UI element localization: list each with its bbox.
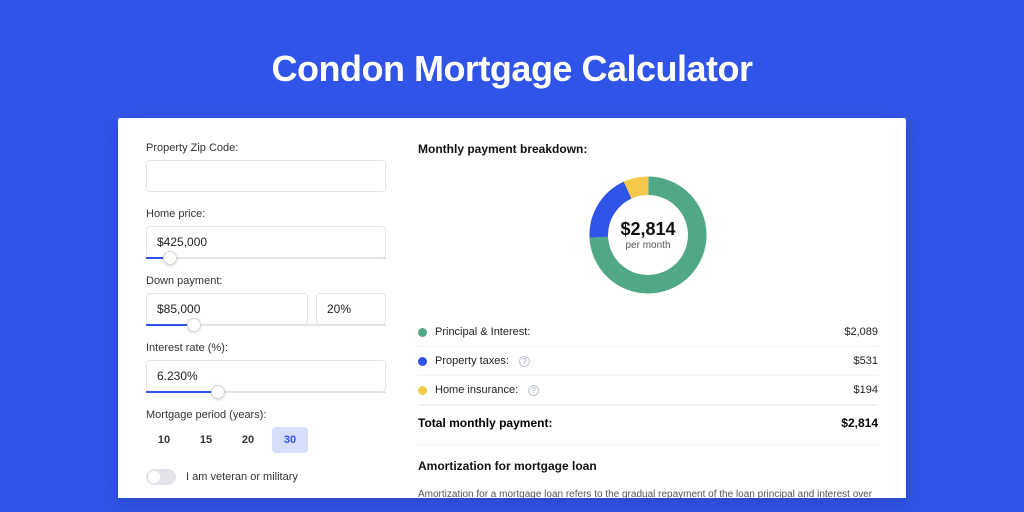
legend-principal: Principal & Interest: $2,089 [418, 318, 878, 347]
legend-value: $194 [854, 384, 878, 396]
down-payment-label: Down payment: [146, 275, 386, 287]
legend-label: Home insurance: [435, 384, 518, 396]
slider-thumb[interactable] [211, 385, 225, 399]
amortization-body: Amortization for a mortgage loan refers … [418, 487, 878, 498]
period-10[interactable]: 10 [146, 427, 182, 453]
rate-input[interactable] [146, 360, 386, 392]
breakdown-panel: Monthly payment breakdown: $2,814 per mo… [418, 142, 878, 498]
legend-insurance: Home insurance: ? $194 [418, 376, 878, 405]
period-group: Mortgage period (years): 10 15 20 30 [146, 409, 386, 453]
rate-group: Interest rate (%): [146, 342, 386, 393]
period-20[interactable]: 20 [230, 427, 266, 453]
period-buttons: 10 15 20 30 [146, 427, 386, 453]
rate-label: Interest rate (%): [146, 342, 386, 354]
payment-donut-chart: $2,814 per month [583, 170, 713, 300]
inputs-panel: Property Zip Code: Home price: Down paym… [146, 142, 386, 498]
legend-total: Total monthly payment: $2,814 [418, 405, 878, 444]
info-icon[interactable]: ? [519, 356, 530, 367]
calculator-card: Property Zip Code: Home price: Down paym… [118, 118, 906, 498]
period-15[interactable]: 15 [188, 427, 224, 453]
page-title: Condon Mortgage Calculator [0, 0, 1024, 118]
donut-amount: $2,814 [620, 219, 675, 240]
amortization-section: Amortization for mortgage loan Amortizat… [418, 444, 878, 498]
zip-label: Property Zip Code: [146, 142, 386, 154]
veteran-label: I am veteran or military [186, 471, 298, 483]
amortization-title: Amortization for mortgage loan [418, 459, 878, 473]
down-payment-input[interactable] [146, 293, 308, 325]
legend-value: $531 [854, 355, 878, 367]
donut-sub: per month [625, 240, 670, 251]
total-label: Total monthly payment: [418, 416, 552, 430]
slider-thumb[interactable] [163, 251, 177, 265]
slider-thumb[interactable] [187, 318, 201, 332]
legend-tax: Property taxes: ? $531 [418, 347, 878, 376]
total-value: $2,814 [841, 416, 878, 430]
home-price-label: Home price: [146, 208, 386, 220]
legend-label: Property taxes: [435, 355, 509, 367]
rate-slider[interactable] [146, 391, 386, 393]
home-price-group: Home price: [146, 208, 386, 259]
period-30[interactable]: 30 [272, 427, 308, 453]
swatch-icon [418, 386, 427, 395]
swatch-icon [418, 357, 427, 366]
legend-value: $2,089 [844, 326, 878, 338]
veteran-row: I am veteran or military [146, 469, 386, 485]
home-price-slider[interactable] [146, 257, 386, 259]
home-price-input[interactable] [146, 226, 386, 258]
info-icon[interactable]: ? [528, 385, 539, 396]
breakdown-title: Monthly payment breakdown: [418, 142, 878, 156]
down-payment-group: Down payment: [146, 275, 386, 326]
zip-group: Property Zip Code: [146, 142, 386, 192]
zip-input[interactable] [146, 160, 386, 192]
legend-label: Principal & Interest: [435, 326, 530, 338]
down-payment-pct-input[interactable] [316, 293, 386, 325]
period-label: Mortgage period (years): [146, 409, 386, 421]
veteran-toggle[interactable] [146, 469, 176, 485]
swatch-icon [418, 328, 427, 337]
down-payment-slider[interactable] [146, 324, 386, 326]
